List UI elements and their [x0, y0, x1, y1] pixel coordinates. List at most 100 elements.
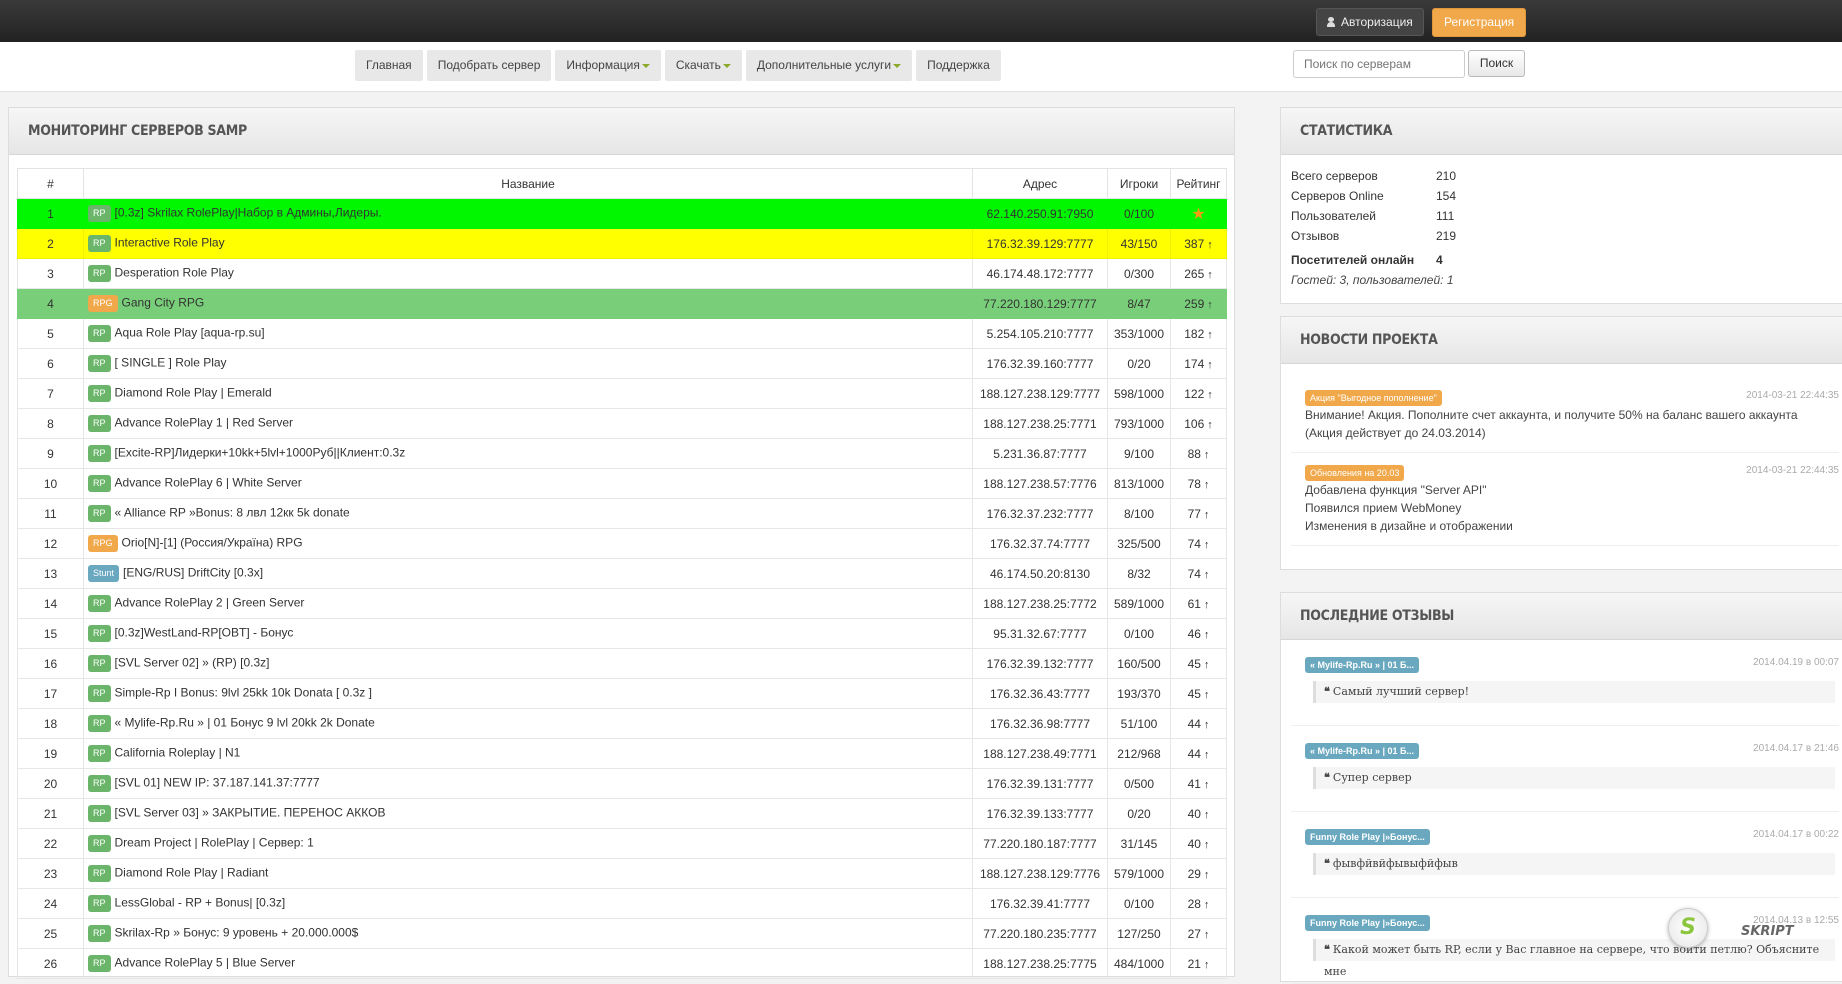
table-row[interactable]: 20 RP [SVL 01] NEW IP: 37.187.141.37:7777 1… [17, 768, 1227, 799]
table-row[interactable]: 11 RP « Alliance RP »Bonus: 8 лвл 12кк 5k … [17, 498, 1227, 529]
col-name[interactable]: Название [83, 168, 973, 199]
server-name[interactable]: [0.3z]WestLand-RP[OBT] - Бонус [115, 626, 294, 640]
table-row[interactable]: 23 RP Diamond Role Play | Radiant 188.127.2… [17, 858, 1227, 889]
skript-logo-icon[interactable]: S [1668, 908, 1708, 948]
server-name[interactable]: Dream Project | RolePlay | Сервер: 1 [115, 836, 314, 850]
server-name[interactable]: [ENG/RUS] DriftCity [0.3x] [123, 566, 263, 580]
table-row[interactable]: 9 RP [Excite-RP]Лидерки+10kk+5lvl+1000Руб|… [17, 438, 1227, 469]
review-server[interactable]: « Mylife-Rp.Ru » | 01 Б... [1305, 657, 1420, 673]
server-name[interactable]: Advance RolePlay 2 | Green Server [115, 596, 305, 610]
review-server[interactable]: Funny Role Play |»Бонус... [1305, 829, 1430, 845]
server-name[interactable]: [SVL Server 03] » ЗАКРЫТИЕ. ПЕРЕНОС АККО… [115, 806, 386, 820]
table-row[interactable]: 24 RP LessGlobal - RP + Bonus| [0.3z] 176.3… [17, 888, 1227, 919]
table-row[interactable]: 6 RP [ SINGLE ] Role Play 176.32.39.160:777… [17, 348, 1227, 379]
table-row[interactable]: 10 RP Advance RolePlay 6 | White Server 188… [17, 468, 1227, 499]
table-row[interactable]: 2 RP Interactive Role Play 176.32.39.129:77… [17, 228, 1227, 259]
table-row[interactable]: 1 RP [0.3z] Skrilax RolePlay|Набор в Админ… [17, 198, 1227, 229]
server-name-cell[interactable]: RP Aqua Role Play [aqua-rp.su] [83, 318, 973, 349]
table-row[interactable]: 3 RP Desperation Role Play 46.174.48.172:77… [17, 258, 1227, 289]
server-name[interactable]: [0.3z] Skrilax RolePlay|Набор в Админы,Л… [115, 206, 382, 220]
server-name-cell[interactable]: RP Advance RolePlay 6 | White Server [83, 468, 973, 499]
server-name-cell[interactable]: RP Interactive Role Play [83, 228, 973, 259]
server-name[interactable]: Advance RolePlay 1 | Red Server [115, 416, 294, 430]
table-row[interactable]: 16 RP [SVL Server 02] » (RP) [0.3z] 176.32.… [17, 648, 1227, 679]
table-row[interactable]: 4 RPG Gang City RPG 77.220.180.129:7777 8/47… [17, 288, 1227, 319]
server-name[interactable]: Simple-Rp I Bonus: 9lvl 25kk 10k Donata … [115, 686, 372, 700]
server-name-cell[interactable]: RP Desperation Role Play [83, 258, 973, 289]
server-name-cell[interactable]: RPG Orio[N]-[1] (Россия/Україна) RPG [83, 528, 973, 559]
server-name-cell[interactable]: RP Skrilax-Rp » Бонус: 9 уровень + 20.000… [83, 918, 973, 949]
review-server[interactable]: « Mylife-Rp.Ru » | 01 Б... [1305, 743, 1420, 759]
table-row[interactable]: 8 RP Advance RolePlay 1 | Red Server 188.12… [17, 408, 1227, 439]
col-players[interactable]: Игроки [1107, 168, 1171, 199]
table-row[interactable]: 21 RP [SVL Server 03] » ЗАКРЫТИЕ. ПЕРЕНОС … [17, 798, 1227, 829]
server-name[interactable]: Aqua Role Play [aqua-rp.su] [115, 326, 265, 340]
nav-info[interactable]: Информация [555, 50, 661, 81]
nav-home[interactable]: Главная [355, 50, 423, 81]
server-name[interactable]: Diamond Role Play | Radiant [115, 866, 269, 880]
server-name-cell[interactable]: RP [0.3z]WestLand-RP[OBT] - Бонус [83, 618, 973, 649]
table-row[interactable]: 18 RP « Mylife-Rp.Ru » | 01 Бонус 9 lvl 20… [17, 708, 1227, 739]
server-name[interactable]: « Mylife-Rp.Ru » | 01 Бонус 9 lvl 20kk 2… [115, 716, 375, 730]
server-name[interactable]: [SVL 01] NEW IP: 37.187.141.37:7777 [115, 776, 320, 790]
server-name[interactable]: California Roleplay | N1 [115, 746, 241, 760]
server-name-cell[interactable]: RP « Mylife-Rp.Ru » | 01 Бонус 9 lvl 20kk… [83, 708, 973, 739]
server-name-cell[interactable]: RP [Excite-RP]Лидерки+10kk+5lvl+1000Руб||… [83, 438, 973, 469]
table-row[interactable]: 25 RP Skrilax-Rp » Бонус: 9 уровень + 20.0… [17, 918, 1227, 949]
server-name[interactable]: [ SINGLE ] Role Play [115, 356, 227, 370]
server-name-cell[interactable]: RP [SVL Server 03] » ЗАКРЫТИЕ. ПЕРЕНОС АК… [83, 798, 973, 829]
server-name-cell[interactable]: RP [ SINGLE ] Role Play [83, 348, 973, 379]
register-button[interactable]: Регистрация [1432, 8, 1527, 37]
server-name-cell[interactable]: RP « Alliance RP »Bonus: 8 лвл 12кк 5k do… [83, 498, 973, 529]
server-name-cell[interactable]: RP [SVL 01] NEW IP: 37.187.141.37:7777 [83, 768, 973, 799]
login-button[interactable]: Авторизация [1316, 8, 1424, 36]
server-name[interactable]: Advance RolePlay 5 | Blue Server [115, 956, 296, 970]
table-row[interactable]: 7 RP Diamond Role Play | Emerald 188.127.23… [17, 378, 1227, 409]
col-number[interactable]: # [17, 168, 84, 199]
server-name[interactable]: LessGlobal - RP + Bonus| [0.3z] [115, 896, 286, 910]
search-input[interactable] [1293, 50, 1465, 78]
table-row[interactable]: 14 RP Advance RolePlay 2 | Green Server 188… [17, 588, 1227, 619]
server-name[interactable]: Desperation Role Play [115, 266, 234, 280]
table-row[interactable]: 5 RP Aqua Role Play [aqua-rp.su] 5.254.105.… [17, 318, 1227, 349]
server-name[interactable]: Interactive Role Play [115, 236, 225, 250]
table-row[interactable]: 22 RP Dream Project | RolePlay | Сервер: 1… [17, 828, 1227, 859]
table-row[interactable]: 26 RP Advance RolePlay 5 | Blue Server 188.… [17, 948, 1227, 979]
server-name[interactable]: Diamond Role Play | Emerald [115, 386, 272, 400]
server-name[interactable]: Advance RolePlay 6 | White Server [115, 476, 302, 490]
server-name-cell[interactable]: RP [0.3z] Skrilax RolePlay|Набор в Админы… [83, 198, 973, 229]
table-row[interactable]: 19 RP California Roleplay | N1 188.127.238.… [17, 738, 1227, 769]
server-name[interactable]: Gang City RPG [122, 296, 205, 310]
server-name-cell[interactable]: RPG Gang City RPG [83, 288, 973, 319]
col-rating[interactable]: Рейтинг [1170, 168, 1227, 199]
nav-services[interactable]: Дополнительные услуги [745, 50, 913, 81]
table-row[interactable]: 15 RP [0.3z]WestLand-RP[OBT] - Бонус 95.31.… [17, 618, 1227, 649]
server-name[interactable]: [Excite-RP]Лидерки+10kk+5lvl+1000Руб||Кл… [115, 446, 406, 460]
server-name[interactable]: Orio[N]-[1] (Россия/Україна) RPG [122, 536, 303, 550]
nav-download[interactable]: Скачать [664, 50, 742, 81]
table-row[interactable]: 13 Stunt [ENG/RUS] DriftCity [0.3x] 46.174.… [17, 558, 1227, 589]
news-tag[interactable]: Акция "Выгодное пополнение" [1305, 390, 1442, 406]
server-name[interactable]: Skrilax-Rp » Бонус: 9 уровень + 20.000.0… [115, 926, 359, 940]
server-name-cell[interactable]: RP Diamond Role Play | Emerald [83, 378, 973, 409]
server-name-cell[interactable]: RP California Roleplay | N1 [83, 738, 973, 769]
col-address[interactable]: Адрес [972, 168, 1108, 199]
nav-support[interactable]: Поддержка [916, 50, 1001, 81]
server-name-cell[interactable]: RP Simple-Rp I Bonus: 9lvl 25kk 10k Donat… [83, 678, 973, 709]
server-name-cell[interactable]: RP [SVL Server 02] » (RP) [0.3z] [83, 648, 973, 679]
nav-find-server[interactable]: Подобрать сервер [426, 50, 552, 81]
review-server[interactable]: Funny Role Play |»Бонус... [1305, 915, 1430, 931]
search-button[interactable]: Поиск [1468, 50, 1525, 77]
server-name-cell[interactable]: RP Advance RolePlay 5 | Blue Server [83, 948, 973, 979]
server-name-cell[interactable]: Stunt [ENG/RUS] DriftCity [0.3x] [83, 558, 973, 589]
server-name-cell[interactable]: RP Diamond Role Play | Radiant [83, 858, 973, 889]
server-name[interactable]: [SVL Server 02] » (RP) [0.3z] [115, 656, 270, 670]
server-name-cell[interactable]: RP LessGlobal - RP + Bonus| [0.3z] [83, 888, 973, 919]
server-name-cell[interactable]: RP Advance RolePlay 2 | Green Server [83, 588, 973, 619]
table-row[interactable]: 17 RP Simple-Rp I Bonus: 9lvl 25kk 10k Don… [17, 678, 1227, 709]
server-name[interactable]: « Alliance RP »Bonus: 8 лвл 12кк 5k dona… [115, 506, 350, 520]
news-tag[interactable]: Обновления на 20.03 [1305, 465, 1405, 481]
table-row[interactable]: 12 RPG Orio[N]-[1] (Россия/Україна) RPG 176… [17, 528, 1227, 559]
server-name-cell[interactable]: RP Advance RolePlay 1 | Red Server [83, 408, 973, 439]
server-name-cell[interactable]: RP Dream Project | RolePlay | Сервер: 1 [83, 828, 973, 859]
